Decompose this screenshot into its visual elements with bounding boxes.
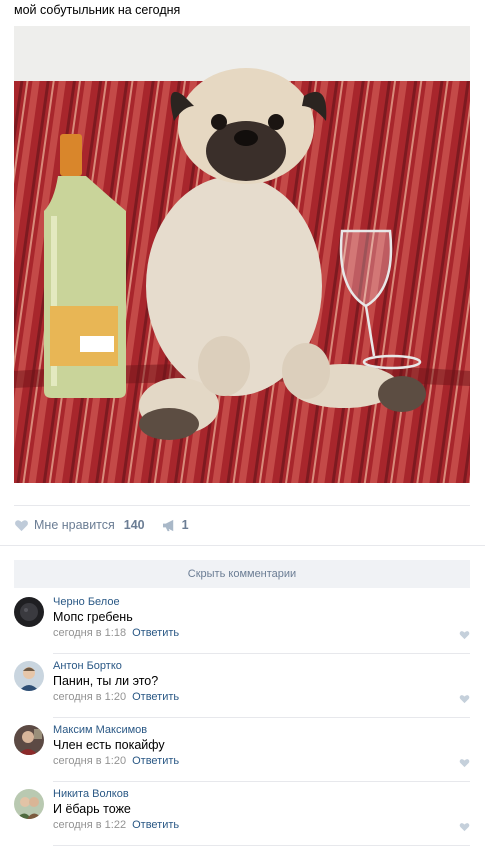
comment-author[interactable]: Никита Волков bbox=[53, 788, 129, 800]
comment-item: Черно Белое Мопс гребень сегодня в 1:18 О… bbox=[14, 590, 470, 654]
comment-text: Мопс гребень bbox=[53, 610, 133, 624]
comment-text: Член есть покайфу bbox=[53, 738, 165, 752]
pug-photo-illustration bbox=[14, 26, 470, 483]
comment-meta: сегодня в 1:22 Ответить bbox=[53, 819, 179, 831]
heart-icon bbox=[15, 519, 28, 531]
avatar[interactable] bbox=[14, 789, 44, 819]
comment-meta: сегодня в 1:18 Ответить bbox=[53, 627, 179, 639]
comment-item: Никита Волков И ёбарь тоже сегодня в 1:2… bbox=[14, 782, 470, 846]
comment-item: Максим Максимов Член есть покайфу сегодн… bbox=[14, 718, 470, 782]
comment-author[interactable]: Черно Белое bbox=[53, 596, 120, 608]
avatar[interactable] bbox=[14, 725, 44, 755]
reply-link[interactable]: Ответить bbox=[132, 627, 179, 639]
avatar[interactable] bbox=[14, 597, 44, 627]
divider bbox=[53, 845, 470, 846]
divider bbox=[0, 545, 485, 546]
post-actions: Мне нравится 140 1 bbox=[14, 516, 189, 534]
comment-meta: сегодня в 1:20 Ответить bbox=[53, 691, 179, 703]
reply-link[interactable]: Ответить bbox=[132, 819, 179, 831]
post-photo[interactable] bbox=[14, 26, 470, 483]
comment-time: сегодня в 1:20 bbox=[53, 691, 127, 703]
reply-link[interactable]: Ответить bbox=[132, 755, 179, 767]
post-text: мой собутыльник на сегодня bbox=[14, 3, 181, 17]
reply-link[interactable]: Ответить bbox=[132, 691, 179, 703]
like-count: 140 bbox=[123, 518, 145, 532]
like-label: Мне нравится bbox=[34, 518, 115, 532]
divider bbox=[14, 505, 470, 506]
heart-icon[interactable] bbox=[459, 630, 470, 640]
heart-icon[interactable] bbox=[459, 822, 470, 832]
comment-time: сегодня в 1:22 bbox=[53, 819, 127, 831]
avatar[interactable] bbox=[14, 661, 44, 691]
comment-item: Антон Бортко Панин, ты ли это? сегодня в… bbox=[14, 654, 470, 718]
comment-text: И ёбарь тоже bbox=[53, 802, 131, 816]
share-count: 1 bbox=[181, 518, 189, 532]
share-button[interactable]: 1 bbox=[162, 518, 189, 532]
like-button[interactable]: Мне нравится 140 bbox=[14, 518, 145, 532]
comment-time: сегодня в 1:20 bbox=[53, 755, 127, 767]
heart-icon[interactable] bbox=[459, 758, 470, 768]
comment-author[interactable]: Максим Максимов bbox=[53, 724, 147, 736]
comment-text: Панин, ты ли это? bbox=[53, 674, 159, 688]
heart-icon[interactable] bbox=[459, 694, 470, 704]
hide-comments-button[interactable]: Скрыть комментарии bbox=[14, 560, 470, 588]
megaphone-icon bbox=[162, 519, 173, 531]
comment-meta: сегодня в 1:20 Ответить bbox=[53, 755, 179, 767]
comment-author[interactable]: Антон Бортко bbox=[53, 660, 122, 672]
comment-time: сегодня в 1:18 bbox=[53, 627, 127, 639]
